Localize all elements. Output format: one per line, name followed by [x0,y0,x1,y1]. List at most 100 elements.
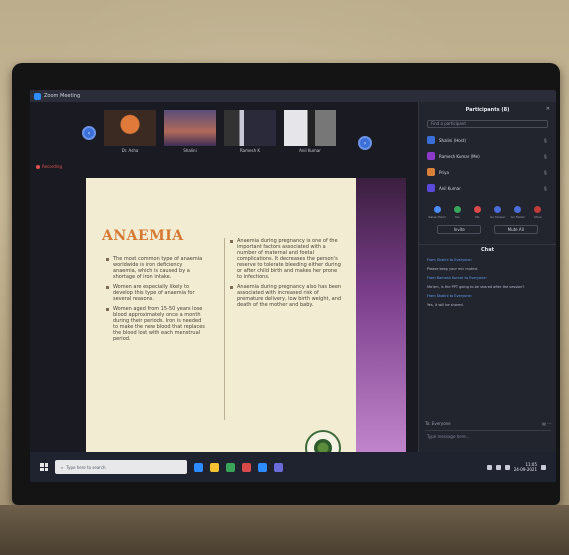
more-button[interactable]: More [528,206,548,219]
mic-icon[interactable]: 🎙 [543,186,548,191]
slide-accent-bar [356,178,406,460]
slide-bullet: The most common type of anaemia worldwid… [106,256,206,280]
column-divider [224,238,225,420]
video-thumbnail[interactable]: Ramesh K [224,110,276,154]
participant-name: Anil Kumar [299,148,321,153]
yes-button[interactable]: Yes [447,206,467,219]
more-icon [534,206,542,213]
video-feed [224,110,276,146]
recording-indicator: Recording [36,164,62,169]
recipient-label: To: Everyone [425,421,451,426]
file-icon[interactable]: ▤ ··· [542,421,551,426]
chat-sender: From Shalini to Everyone: [427,294,472,298]
chat-input[interactable]: Type message here... [425,430,551,440]
date: 24-09-2021 [513,467,537,472]
hand-icon [433,206,441,213]
zoom-taskbar-icon[interactable] [258,462,267,472]
slide-right-column: Anaemia during pregnancy is one of the i… [230,238,342,312]
raise-hand-button[interactable]: Raise Hand [427,206,447,219]
participant-name: Shalini (Host) [439,137,466,143]
windows-taskbar: ⌕ Type here to search 11:05 24-09-2021 [30,452,556,482]
search-icon: ⌕ [61,464,64,470]
panel-title: Participants (8) [465,107,510,113]
network-icon[interactable] [486,464,492,470]
participant-search-input[interactable]: Find a participant [427,120,548,128]
avatar [427,168,435,176]
shared-slide: ANAEMIA The most common type of anaemia … [86,178,356,460]
participant-name: Dr. Asha [121,148,139,153]
participant-item[interactable]: Priya 🎙 [419,164,556,180]
go-faster-button[interactable]: Go Faster [508,206,528,219]
no-button[interactable]: No [467,206,487,219]
mute-all-button[interactable]: Mute All [493,225,538,234]
taskview-icon[interactable] [194,462,203,472]
chat-title: Chat [419,244,556,253]
system-tray: 11:05 24-09-2021 [486,462,556,472]
meeting-area: ‹ › Dr. Asha Shalini Ramesh K Anil Kumar… [30,102,418,466]
faster-icon [514,206,522,213]
participant-name: Ramesh Kumar (Me) [439,153,480,159]
chrome-icon[interactable] [226,462,235,472]
slower-icon [494,206,502,213]
video-thumbnail[interactable]: Anil Kumar [284,110,336,154]
chat-message: Please keep your mic muted. [427,267,478,271]
battery-icon[interactable] [504,464,510,470]
video-feed [284,110,336,146]
mic-icon[interactable]: 🎙 [543,138,548,143]
file-explorer-icon[interactable] [210,462,219,472]
volume-icon[interactable] [495,464,501,470]
video-thumbnail[interactable]: Dr. Asha [104,110,156,154]
control-label: More [534,215,542,219]
app-icon[interactable] [274,462,283,472]
search-placeholder: Type here to search [66,464,106,470]
control-label: Yes [454,215,460,219]
panel-actions: Invite Mute All [419,225,556,234]
participant-list: Shalini (Host) 🎙 Ramesh Kumar (Me) 🎙 Pri… [419,132,556,196]
avatar [427,184,435,192]
close-icon[interactable]: ✕ [546,106,550,112]
control-label: Go Faster [510,215,525,219]
participant-name: Shalini [183,148,197,153]
participant-name: Ramesh K [239,148,260,153]
window-title: Zoom Meeting [44,93,81,99]
invite-button[interactable]: Invite [437,225,482,234]
video-feed [104,110,156,146]
chat-message: Ma'am, is the PPT going to be shared aft… [427,285,525,289]
next-page-button[interactable]: › [358,136,372,150]
participant-name: Priya [439,169,449,175]
video-thumbnails-row: Dr. Asha Shalini Ramesh K Anil Kumar [104,110,336,154]
clock[interactable]: 11:05 24-09-2021 [514,462,537,472]
mic-icon[interactable]: 🎙 [543,170,548,175]
desk-surface [0,505,569,555]
avatar [427,152,435,160]
start-button[interactable] [40,463,48,471]
chat-sender: From Shalini to Everyone: [427,258,472,262]
recording-label: Recording [42,164,63,169]
mic-icon[interactable]: 🎙 [543,154,548,159]
app-icon[interactable] [242,462,251,472]
participant-item[interactable]: Shalini (Host) 🎙 [419,132,556,148]
record-dot-icon [36,164,40,169]
reaction-controls: Raise Hand Yes No Go Slower Go Faster Mo… [419,206,556,219]
cross-icon [473,206,481,213]
taskbar-search-input[interactable]: ⌕ Type here to search [55,460,187,474]
control-label: No [475,215,480,219]
chat-recipient-selector[interactable]: To: Everyone ▤ ··· [425,421,551,426]
go-slower-button[interactable]: Go Slower [488,206,508,219]
participant-item[interactable]: Ramesh Kumar (Me) 🎙 [419,148,556,164]
participant-name: Anil Kumar [439,185,461,191]
participants-panel: Participants (8) ✕ Find a participant Sh… [418,102,556,452]
slide-bullet: Anaemia during pregnancy also has been a… [230,284,342,308]
slide-bullet: Anaemia during pregnancy is one of the i… [230,238,342,280]
window-titlebar: Zoom Meeting [30,90,556,102]
notification-icon[interactable] [541,464,546,470]
slide-title: ANAEMIA [102,228,184,244]
slide-bullet: Women aged from 15-50 years lose blood a… [106,306,206,342]
control-label: Go Slower [489,215,506,219]
video-thumbnail[interactable]: Shalini [164,110,216,154]
slide-bullet: Women are especially likely to develop t… [106,284,206,302]
chat-message: Yes, it will be shared. [427,303,464,307]
chat-messages: From Shalini to Everyone: Please keep yo… [419,252,556,308]
previous-page-button[interactable]: ‹ [82,126,96,140]
participant-item[interactable]: Anil Kumar 🎙 [419,180,556,196]
